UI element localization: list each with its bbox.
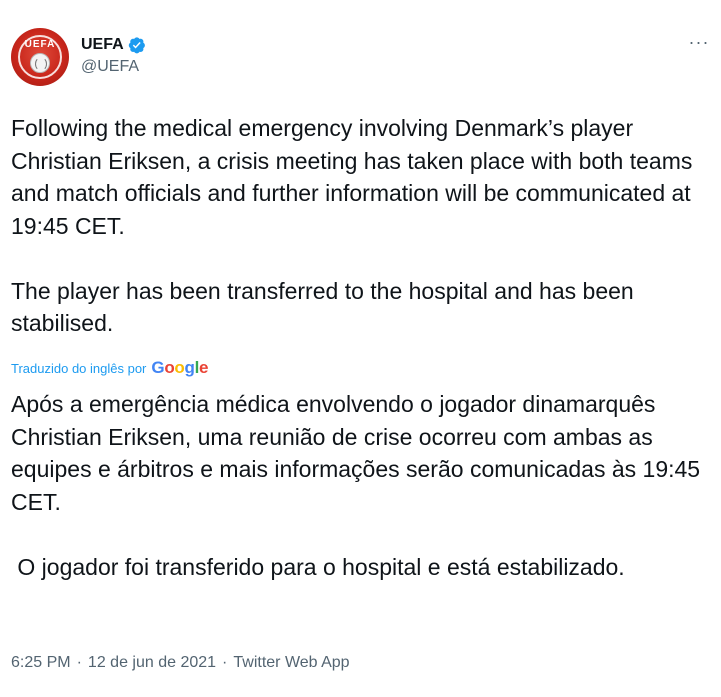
tweet-metadata: 6:25 PM · 12 de jun de 2021 · Twitter We… (11, 652, 350, 674)
more-options-icon[interactable]: ··· (687, 30, 711, 54)
translated-text: Após a emergência médica envolvendo o jo… (11, 391, 701, 580)
user-handle[interactable]: @UEFA (81, 58, 146, 76)
author-info: UEFA @UEFA (81, 34, 146, 76)
separator: · (76, 654, 82, 671)
avatar-logo-text: UEFA (24, 39, 56, 50)
translated-by-label: Traduzido do inglês por (11, 360, 147, 376)
display-name[interactable]: UEFA (81, 36, 124, 54)
translation-attribution[interactable]: Traduzido do inglês por Google (11, 357, 209, 379)
tweet-card: UEFA UEFA @UEFA ··· Following the medica… (0, 0, 721, 697)
google-logo-icon: Google (151, 358, 209, 377)
tweet-source[interactable]: Twitter Web App (233, 654, 349, 672)
tweet-text: Following the medical emergency involvin… (11, 115, 693, 336)
avatar[interactable]: UEFA (11, 28, 69, 86)
uefa-logo-icon (30, 53, 50, 73)
tweet-date[interactable]: 12 de jun de 2021 (88, 654, 216, 672)
verified-badge-icon (128, 36, 146, 54)
separator: · (222, 654, 228, 671)
tweet-time[interactable]: 6:25 PM (11, 654, 71, 672)
